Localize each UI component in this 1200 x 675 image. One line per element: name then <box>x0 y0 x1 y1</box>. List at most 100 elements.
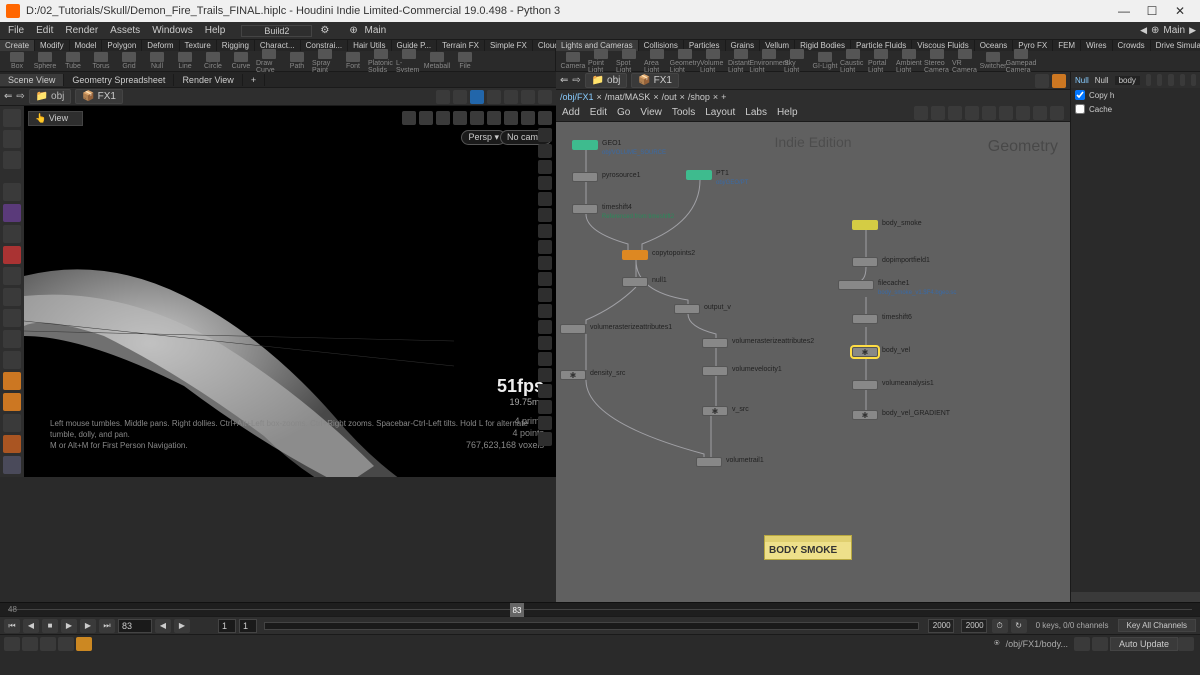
timeline[interactable]: 48 83 <box>0 602 1200 616</box>
coffee-icon[interactable] <box>3 456 21 474</box>
node-vrat1[interactable]: volumerasterizeattributes1 <box>560 324 586 334</box>
tool-portallight[interactable]: Portal Light <box>868 49 894 74</box>
menu-file[interactable]: File <box>4 24 28 37</box>
rt-icon[interactable] <box>538 208 552 222</box>
maximize-button[interactable]: ☐ <box>1138 4 1166 18</box>
net-menu-add[interactable]: Add <box>562 107 580 118</box>
tool-drawcurve[interactable]: Draw Curve <box>256 49 282 74</box>
rt-icon[interactable] <box>538 224 552 238</box>
cplane-icon[interactable] <box>3 267 21 285</box>
shelf-tab[interactable]: Drive Simulation <box>1151 40 1200 51</box>
range-end-field[interactable]: 2000 <box>928 619 954 633</box>
node-pyrosource1[interactable]: pyrosource1 <box>572 172 598 182</box>
node-vrat2[interactable]: volumerasterizeattributes2 <box>702 338 728 348</box>
shelf-tab[interactable]: FEM <box>1053 40 1081 51</box>
rotate-tool-icon[interactable] <box>3 309 21 327</box>
rt-icon[interactable] <box>538 288 552 302</box>
tool-spotlight[interactable]: Spot Light <box>616 49 642 74</box>
last-frame-button[interactable]: ⏭ <box>99 619 115 633</box>
nav-back-icon[interactable]: ⇐ <box>560 75 568 86</box>
tool-camera[interactable]: Camera <box>560 52 586 70</box>
radial-next-icon[interactable]: ▶ <box>1189 25 1196 36</box>
node-volumeanalysis1[interactable]: volumeanalysis1 <box>852 380 878 390</box>
status-icon[interactable] <box>40 637 56 651</box>
rt-icon[interactable] <box>538 128 552 142</box>
node-chip[interactable]: 📦 FX1 <box>75 89 123 104</box>
display-icon[interactable] <box>470 90 484 104</box>
net-tool-icon[interactable] <box>931 106 945 120</box>
obj-chip[interactable]: 📁 obj <box>585 73 628 88</box>
tool-spraypaint[interactable]: Spray Paint <box>312 49 338 74</box>
rt-icon[interactable] <box>538 304 552 318</box>
nav-fwd-icon[interactable]: ⇨ <box>16 91 24 102</box>
snap-tool-icon[interactable] <box>3 225 21 243</box>
status-path[interactable]: /obj/FX1/body... <box>1000 639 1074 649</box>
radial-prev-icon[interactable]: ◀ <box>1140 25 1147 36</box>
status-config-icon[interactable] <box>1178 637 1194 651</box>
tool-sphere[interactable]: Sphere <box>32 52 58 70</box>
brush-tool-icon[interactable] <box>3 372 21 390</box>
node-density-src[interactable]: ✱density_src <box>560 370 586 380</box>
tool-line[interactable]: Line <box>172 52 198 70</box>
crumb-add[interactable]: + <box>721 92 726 102</box>
net-menu-help[interactable]: Help <box>777 107 798 118</box>
view-dropdown[interactable]: 👆 View <box>28 111 83 126</box>
vp-icon[interactable] <box>504 111 518 125</box>
rt-icon[interactable] <box>538 368 552 382</box>
tool-tube[interactable]: Tube <box>60 52 86 70</box>
rt-icon[interactable] <box>538 272 552 286</box>
tool-gilight[interactable]: GI-Light <box>812 52 838 70</box>
select-icon[interactable] <box>521 90 535 104</box>
net-menu-view[interactable]: View <box>640 107 662 118</box>
tool-ambientlight[interactable]: Ambient Light <box>896 49 922 74</box>
menu-assets[interactable]: Assets <box>106 24 144 37</box>
vp-icon[interactable] <box>436 111 450 125</box>
inspect-icon[interactable] <box>3 414 21 432</box>
net-menu-go[interactable]: Go <box>617 107 630 118</box>
node-body-smoke[interactable]: body_smoke <box>852 220 878 230</box>
net-tool-icon[interactable] <box>1050 106 1064 120</box>
close-button[interactable]: ✕ <box>1166 4 1194 18</box>
radial-menu-selector[interactable]: ◀ ⊕ Main ▶ <box>1140 22 1196 38</box>
shelf-tab[interactable]: Wires <box>1081 40 1112 51</box>
tool-vrcam[interactable]: VR Camera <box>952 49 978 74</box>
node-pt1[interactable]: PT1obj/GEO/PT <box>686 170 712 180</box>
next-frame-button[interactable]: ▶ <box>80 619 96 633</box>
key-prev-icon[interactable]: ◀ <box>155 619 171 633</box>
rt-icon[interactable] <box>538 160 552 174</box>
crumb[interactable]: /shop <box>688 92 710 102</box>
node-dopimportfield1[interactable]: dopimportfield1 <box>852 257 878 267</box>
tool-causticlight[interactable]: Caustic Light <box>840 49 866 74</box>
key-next-icon[interactable]: ▶ <box>174 619 190 633</box>
net-tool-icon[interactable] <box>965 106 979 120</box>
status-icon[interactable] <box>76 637 92 651</box>
sticky-note[interactable]: BODY SMOKE <box>764 535 852 560</box>
rt-icon[interactable] <box>538 416 552 430</box>
status-icon[interactable] <box>58 637 74 651</box>
net-tool-icon[interactable] <box>999 106 1013 120</box>
vp-icon[interactable] <box>402 111 416 125</box>
shelf-tab[interactable]: Texture <box>180 40 217 51</box>
crumb[interactable]: /obj/FX1 <box>560 92 594 102</box>
node-volumetrail1[interactable]: volumetrail1 <box>696 457 722 467</box>
rt-icon[interactable] <box>538 432 552 446</box>
tab-render-view[interactable]: Render View <box>174 74 242 86</box>
tool-null[interactable]: Null <box>144 52 170 70</box>
menu-windows[interactable]: Windows <box>148 24 197 37</box>
tool-stereocam[interactable]: Stereo Camera <box>924 49 950 74</box>
rt-icon[interactable] <box>538 192 552 206</box>
desktop-selector[interactable]: Build2 <box>241 25 312 37</box>
shelf-tab[interactable]: Polygon <box>102 40 142 51</box>
rt-icon[interactable] <box>538 352 552 366</box>
vp-icon[interactable] <box>538 111 552 125</box>
tool-switcher[interactable]: Switcher <box>980 52 1006 70</box>
tool-volumelight[interactable]: Volume Light <box>700 49 726 74</box>
rt-icon[interactable] <box>538 144 552 158</box>
snap-icon[interactable] <box>453 90 467 104</box>
range-end2-field[interactable]: 2000 <box>961 619 987 633</box>
node-timeshift4[interactable]: timeshift4Referenced from timeshift2 <box>572 204 598 214</box>
rt-icon[interactable] <box>538 320 552 334</box>
node-geo1[interactable]: GEO1obj/VOLUME_SOURCE <box>572 140 598 150</box>
scale-tool-icon[interactable] <box>3 330 21 348</box>
tool-circle[interactable]: Circle <box>200 52 226 70</box>
